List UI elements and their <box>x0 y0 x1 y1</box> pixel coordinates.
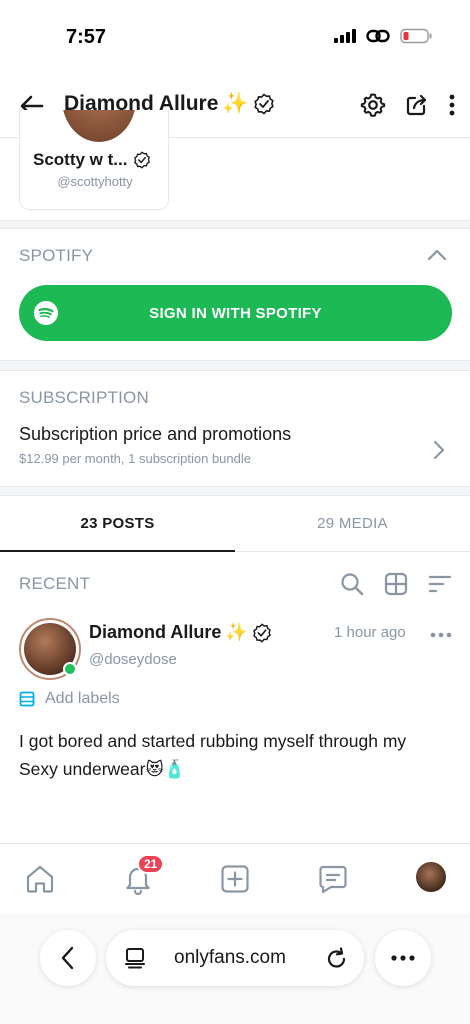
spotify-button-label: SIGN IN WITH SPOTIFY <box>149 304 322 322</box>
tab-posts[interactable]: 23 POSTS <box>0 496 235 552</box>
browser-address-bar[interactable]: onlyfans.com <box>106 930 364 986</box>
spotify-sign-in-button[interactable]: SIGN IN WITH SPOTIFY <box>19 285 452 341</box>
nav-profile-avatar[interactable] <box>416 862 446 892</box>
bottom-navigation: 21 <box>0 843 470 913</box>
nav-home[interactable] <box>23 862 57 896</box>
subscription-section-label: SUBSCRIPTION <box>19 388 149 407</box>
suggested-user-handle: @scottyhotty <box>57 174 133 189</box>
suggested-user-avatar <box>58 110 140 146</box>
browser-back-button[interactable] <box>40 930 96 986</box>
subscription-promotions-row[interactable]: Subscription price and promotions $12.99… <box>19 424 449 476</box>
notification-count-badge: 21 <box>137 854 165 874</box>
nav-new-post[interactable] <box>218 862 252 896</box>
subscription-title: Subscription price and promotions <box>19 424 292 444</box>
suggested-user-card[interactable]: Scotty w t... @scottyhotty <box>19 110 169 210</box>
subscription-desc: $12.99 per month, 1 subscription bundle <box>19 451 251 466</box>
browser-more-button[interactable] <box>375 930 431 986</box>
chevron-left-icon <box>61 946 74 970</box>
post-body-text: I got bored and started rubbing myself t… <box>19 731 407 779</box>
more-horizontal-icon[interactable] <box>430 632 452 638</box>
header-actions <box>360 92 456 118</box>
tab-media[interactable]: 29 MEDIA <box>235 496 470 551</box>
recent-tools <box>340 572 452 596</box>
add-labels-button[interactable]: Add labels <box>19 690 120 708</box>
label-icon <box>19 691 35 707</box>
more-vertical-icon[interactable] <box>448 93 456 117</box>
post-author-avatar[interactable] <box>19 618 81 680</box>
nav-messages[interactable] <box>316 862 350 896</box>
sort-icon[interactable] <box>428 572 452 596</box>
spotify-logo-icon <box>34 301 58 325</box>
chevron-right-icon <box>433 440 445 460</box>
browser-toolbar: onlyfans.com <box>0 913 470 1024</box>
spotify-section-label: SPOTIFY <box>19 246 94 265</box>
reload-icon[interactable] <box>326 946 348 970</box>
settings-gear-icon[interactable] <box>360 92 386 118</box>
grid-view-icon[interactable] <box>384 572 408 596</box>
browser-url: onlyfans.com <box>174 947 286 968</box>
profile-tabs: 23 POSTS 29 MEDIA <box>0 496 470 552</box>
message-icon <box>319 865 347 894</box>
status-time: 7:57 <box>66 26 107 48</box>
recent-label: RECENT <box>19 574 91 593</box>
add-post-icon <box>221 865 249 893</box>
suggested-user-name-text: Scotty w t... <box>33 150 128 169</box>
verified-badge-icon <box>253 93 274 115</box>
chevron-up-icon[interactable] <box>427 248 447 262</box>
post-author-handle[interactable]: @doseydose <box>89 651 177 668</box>
page-tab-icon <box>125 948 145 969</box>
section-divider <box>0 220 470 229</box>
share-icon[interactable] <box>404 92 430 118</box>
home-icon <box>26 865 54 893</box>
sparkles-emoji: ✨ <box>222 92 249 115</box>
post-author-name-text: Diamond Allure <box>89 622 222 642</box>
section-divider <box>0 360 470 371</box>
add-labels-text: Add labels <box>45 690 120 707</box>
section-divider <box>0 486 470 496</box>
verified-badge-icon <box>252 622 271 643</box>
battery-icon <box>400 28 432 44</box>
cellular-signal-icon <box>334 29 356 43</box>
search-icon[interactable] <box>340 572 364 596</box>
post-timestamp: 1 hour ago <box>334 624 406 641</box>
status-icons <box>334 28 432 44</box>
status-bar: 7:57 <box>0 0 470 76</box>
online-indicator <box>63 662 77 676</box>
suggested-user-name: Scotty w t... <box>33 150 151 170</box>
sparkles-emoji: ✨ <box>225 622 248 642</box>
link-icon <box>366 29 390 43</box>
post-author-name[interactable]: Diamond Allure ✨ <box>89 622 272 643</box>
more-horizontal-icon <box>391 955 415 961</box>
verified-badge-icon <box>134 151 151 169</box>
